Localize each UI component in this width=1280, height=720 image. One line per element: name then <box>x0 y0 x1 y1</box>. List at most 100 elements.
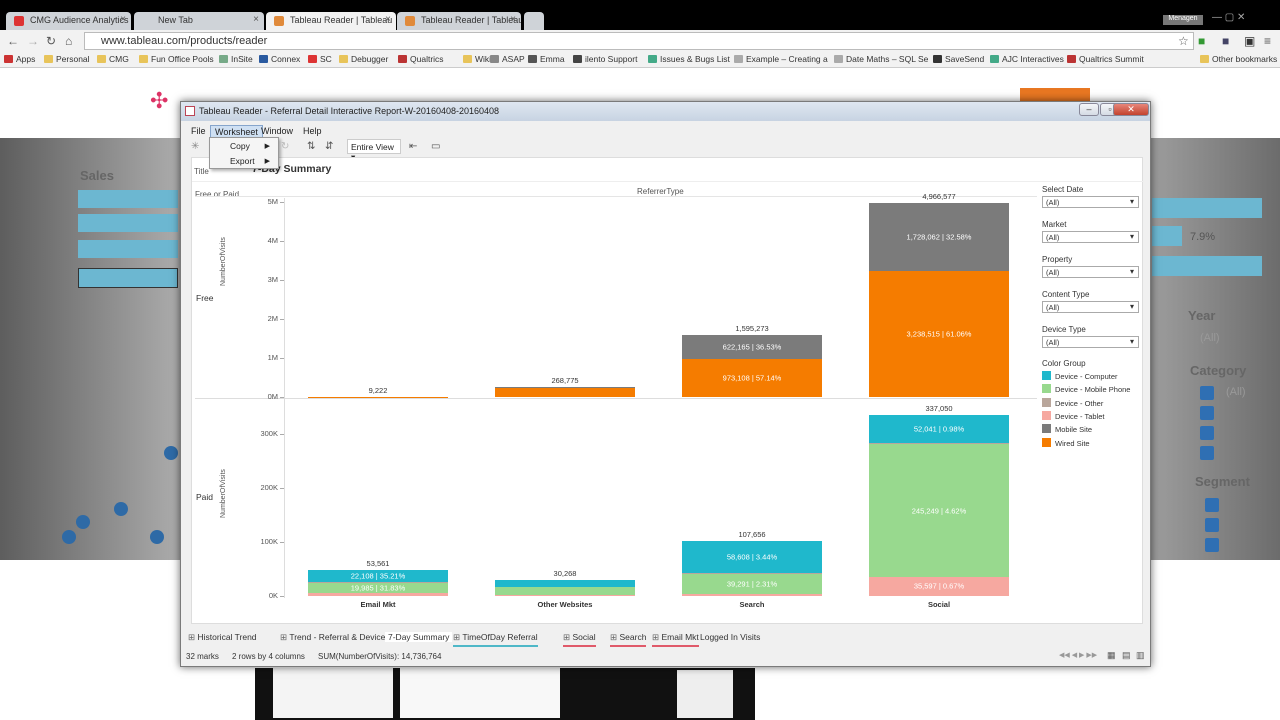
tab-nav-arrows[interactable]: ◀◀ ◀ ▶ ▶▶ <box>1059 651 1097 659</box>
browser-tab-cmg[interactable]: CMG Audience Analytics × <box>6 12 131 30</box>
status-bar: 32 marks 2 rows by 4 columns SUM(NumberO… <box>185 650 1145 664</box>
bookmark-item[interactable]: CMG <box>97 54 129 64</box>
bar-segment[interactable] <box>308 582 448 584</box>
bar-segment[interactable] <box>495 579 635 588</box>
menu-icon[interactable]: ≡ <box>1264 34 1271 48</box>
menu-help[interactable]: Help <box>299 125 326 137</box>
bookmark-item[interactable]: Qualtrics <box>398 54 444 64</box>
legend-item[interactable]: Device - Computer <box>1042 371 1118 381</box>
sheet-tab[interactable]: ⊞ TimeOfDay Referral <box>453 632 538 647</box>
browser-tab-newtab[interactable]: New Tab × <box>134 12 264 30</box>
sheet-sorter-icon[interactable]: ▦ <box>1107 650 1116 661</box>
bar-data-label: 22,108 | 35.21% <box>350 571 406 581</box>
bookmark-item[interactable]: InSite <box>219 54 253 64</box>
bookmark-item[interactable]: Wiki <box>463 54 491 64</box>
bookmark-item[interactable]: ASAP <box>490 54 525 64</box>
new-tab-button[interactable] <box>524 12 544 30</box>
bookmark-item[interactable]: SaveSend <box>933 54 984 64</box>
close-tab-icon[interactable]: × <box>385 14 391 25</box>
bar-segment[interactable] <box>682 572 822 574</box>
bar-total-label: 268,775 <box>551 375 579 385</box>
bookmark-label: Qualtrics Summit <box>1079 54 1144 64</box>
sheet-tab[interactable]: Logged In Visits <box>700 632 760 644</box>
bookmark-label: AJC Interactives <box>1002 54 1064 64</box>
close-tab-icon[interactable]: × <box>120 14 126 25</box>
legend-item[interactable]: Mobile Site <box>1042 424 1092 434</box>
bookmark-item[interactable]: Personal <box>44 54 90 64</box>
reload-icon[interactable]: ↻ <box>46 34 56 48</box>
bar-segment[interactable] <box>682 594 822 596</box>
extension-icon[interactable]: ■ <box>1222 34 1229 48</box>
minimize-button[interactable]: – <box>1079 103 1099 116</box>
filter-select[interactable]: (All) <box>1042 301 1139 313</box>
back-icon[interactable]: ← <box>7 34 19 48</box>
bookmark-item[interactable]: Date Maths – SQL Se <box>834 54 928 64</box>
address-bar[interactable]: www.tableau.com/products/reader <box>84 32 1194 50</box>
extension-icon[interactable]: ▣ <box>1244 34 1255 48</box>
bar-segment[interactable] <box>308 593 448 596</box>
bar-segment[interactable] <box>869 443 1009 445</box>
close-window-button[interactable]: ✕ <box>1113 103 1149 116</box>
y-tick-label: 2M <box>267 314 278 323</box>
forward-icon[interactable]: → <box>27 34 39 48</box>
menu-window[interactable]: Window <box>257 125 297 137</box>
sheet-tab[interactable]: ⊞ Trend - Referral & Device <box>280 632 385 645</box>
filter-select[interactable]: (All) <box>1042 231 1139 243</box>
fix-axes-icon[interactable]: ⇤ <box>409 141 417 152</box>
bookmark-item[interactable]: Example – Creating a <box>734 54 828 64</box>
home-icon[interactable]: ⌂ <box>65 34 72 48</box>
bookmark-item[interactable]: ilento Support <box>573 54 637 64</box>
bookmark-item[interactable]: Other bookmarks <box>1200 54 1277 64</box>
legend-item[interactable]: Wired Site <box>1042 437 1090 448</box>
bookmark-item[interactable]: Emma <box>528 54 565 64</box>
legend-item[interactable]: Device - Tablet <box>1042 410 1104 421</box>
bookmark-item[interactable]: Fun Office Pools <box>139 54 214 64</box>
legend-item[interactable]: Device - Mobile Phone <box>1042 384 1130 394</box>
extension-icon[interactable]: ■ <box>1198 34 1205 48</box>
sort-descending-icon[interactable]: ⇵ <box>325 141 333 152</box>
sheet-tab[interactable]: ⊞ Email Mkt <box>652 632 699 647</box>
bookmark-item[interactable]: SC <box>308 54 332 64</box>
sort-ascending-icon[interactable]: ⇅ <box>307 141 315 152</box>
y-tick-label: 300K <box>260 429 278 438</box>
bookmark-item[interactable]: Apps <box>4 54 35 64</box>
window-title-bar[interactable]: Tableau Reader - Referral Detail Interac… <box>181 102 1150 121</box>
legend-item[interactable]: Device - Other <box>1042 397 1103 408</box>
sheet-tab[interactable]: 7-Day Summary <box>385 632 453 642</box>
bookmark-item[interactable]: Debugger <box>339 54 388 64</box>
filter-select[interactable]: (All) <box>1042 266 1139 278</box>
filter-select[interactable]: (All) <box>1042 196 1139 208</box>
bookmark-star-icon[interactable]: ☆ <box>1178 34 1189 48</box>
profile-badge[interactable]: Menagen <box>1163 15 1203 25</box>
browser-tab-tableau-active[interactable]: Tableau Reader | Tableau × <box>266 12 396 30</box>
sheet-tab[interactable]: ⊞ Historical Trend <box>188 632 257 645</box>
bookmark-item[interactable]: Connex <box>259 54 300 64</box>
close-tab-icon[interactable]: × <box>510 14 516 25</box>
bar-segment[interactable] <box>495 387 635 397</box>
menu-item-export[interactable]: Export <box>230 156 255 166</box>
y-axis-label-free: NumberOfVisits <box>220 237 227 286</box>
menu-item-copy[interactable]: Copy <box>230 141 250 151</box>
bar-segment[interactable] <box>495 595 635 597</box>
bar-segment[interactable] <box>495 587 635 596</box>
presentation-icon[interactable]: ▭ <box>431 141 440 152</box>
sheet-tab[interactable]: ⊞ Social <box>563 632 596 647</box>
menu-file[interactable]: File <box>187 125 210 137</box>
redo-icon[interactable]: ↻ <box>281 141 289 152</box>
close-tab-icon[interactable]: × <box>253 14 259 25</box>
window-controls[interactable]: — ▢ ✕ <box>1212 12 1245 23</box>
bar-segment[interactable] <box>495 386 635 388</box>
bar-segment[interactable] <box>308 396 448 398</box>
bookmark-item[interactable]: Qualtrics Summit <box>1067 54 1144 64</box>
bar-total-label: 9,222 <box>368 385 388 395</box>
bookmark-item[interactable]: Issues & Bugs List <box>648 54 730 64</box>
view-mode-select[interactable]: Entire View ▾ <box>347 139 401 162</box>
bookmarks-bar: Apps Personal CMG Fun Office Pools InSite Con… <box>0 52 1280 68</box>
y-tick-label: 1M <box>267 353 278 362</box>
filter-select[interactable]: (All) <box>1042 336 1139 348</box>
filmstrip-icon[interactable]: ▤ <box>1122 650 1131 661</box>
sheet-tab[interactable]: ⊞ Search <box>610 632 647 647</box>
bookmark-item[interactable]: AJC Interactives <box>990 54 1064 64</box>
tabs-icon[interactable]: ▥ <box>1136 650 1145 661</box>
browser-tab-tableau[interactable]: Tableau Reader | Tableau × <box>397 12 521 30</box>
